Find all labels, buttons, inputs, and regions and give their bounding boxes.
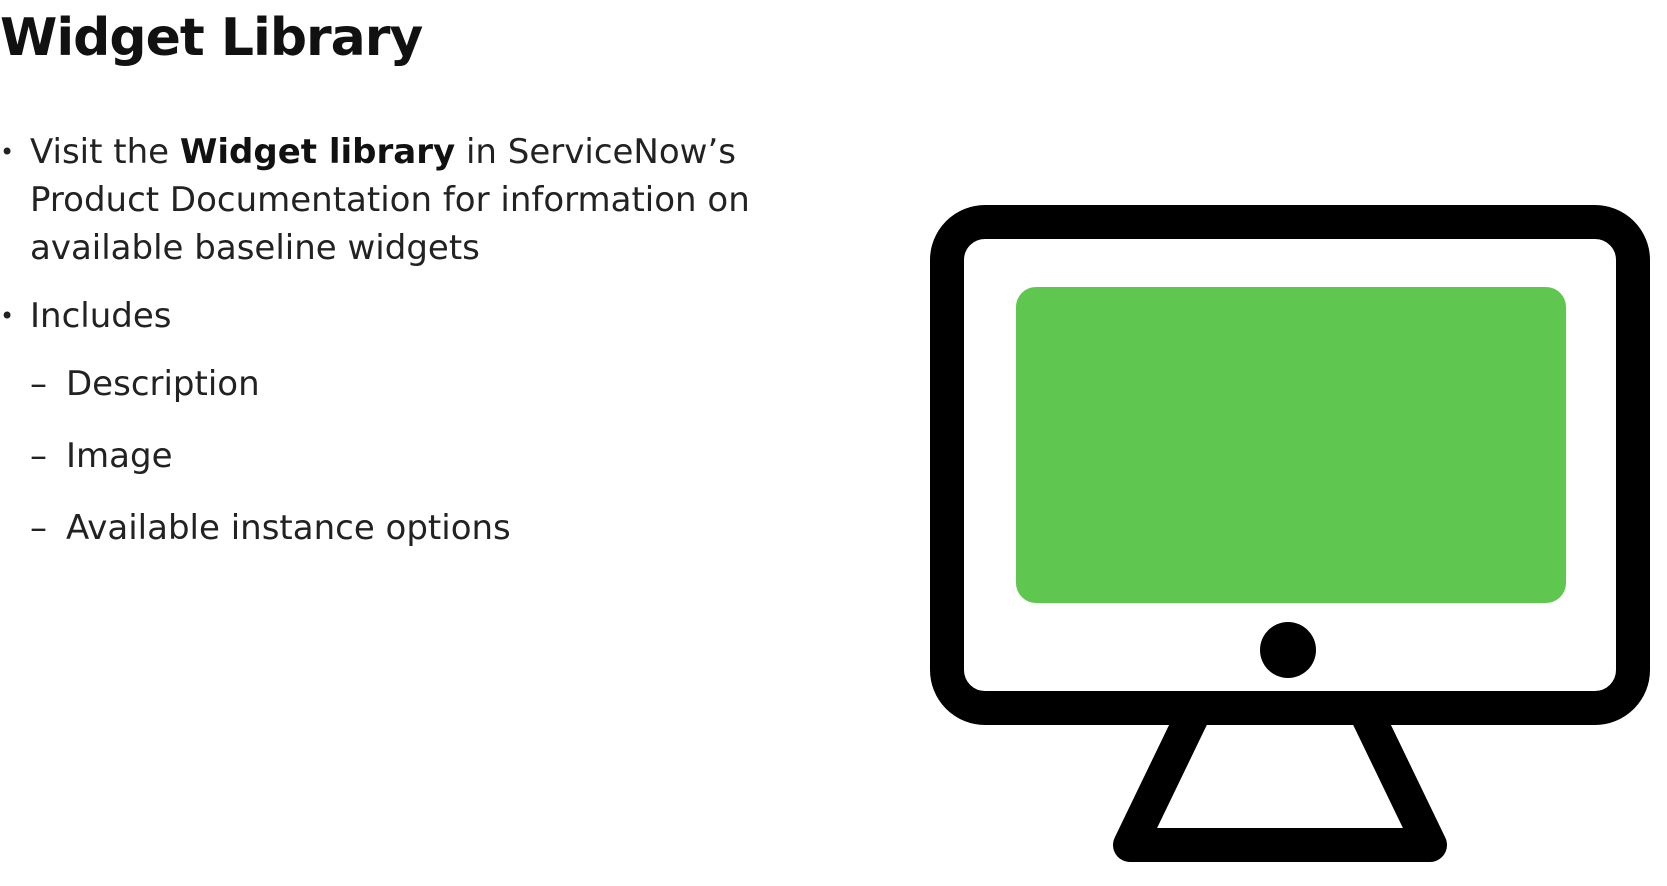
sub-item-label: Image — [66, 436, 173, 476]
sub-item-image: – Image — [0, 432, 840, 480]
sub-bullet-list: – Description – Image – Available instan… — [0, 360, 840, 552]
bullet-text-bold: Widget library — [179, 132, 456, 172]
sub-item-label: Description — [66, 364, 260, 404]
bullet-item-widget-library: • Visit the Widget library in ServiceNow… — [0, 128, 840, 272]
bullet-list: • Visit the Widget library in ServiceNow… — [0, 128, 840, 576]
dash-glyph: – — [30, 436, 47, 476]
monitor-icon — [930, 205, 1650, 862]
dash-glyph: – — [30, 364, 47, 404]
monitor-power-button — [1260, 622, 1316, 678]
dash-glyph: – — [30, 508, 47, 548]
bullet-item-includes: • Includes — [0, 292, 840, 340]
monitor-screen — [1016, 287, 1566, 603]
bullet-glyph: • — [0, 138, 15, 166]
sub-item-instance-options: – Available instance options — [0, 504, 840, 552]
sub-item-label: Available instance options — [66, 508, 511, 548]
bullet-text: Includes — [30, 296, 172, 336]
sub-item-description: – Description — [0, 360, 840, 408]
slide-title: Widget Library — [0, 8, 423, 68]
bullet-text-prefix: Visit the — [30, 132, 180, 172]
bullet-glyph: • — [0, 302, 15, 330]
